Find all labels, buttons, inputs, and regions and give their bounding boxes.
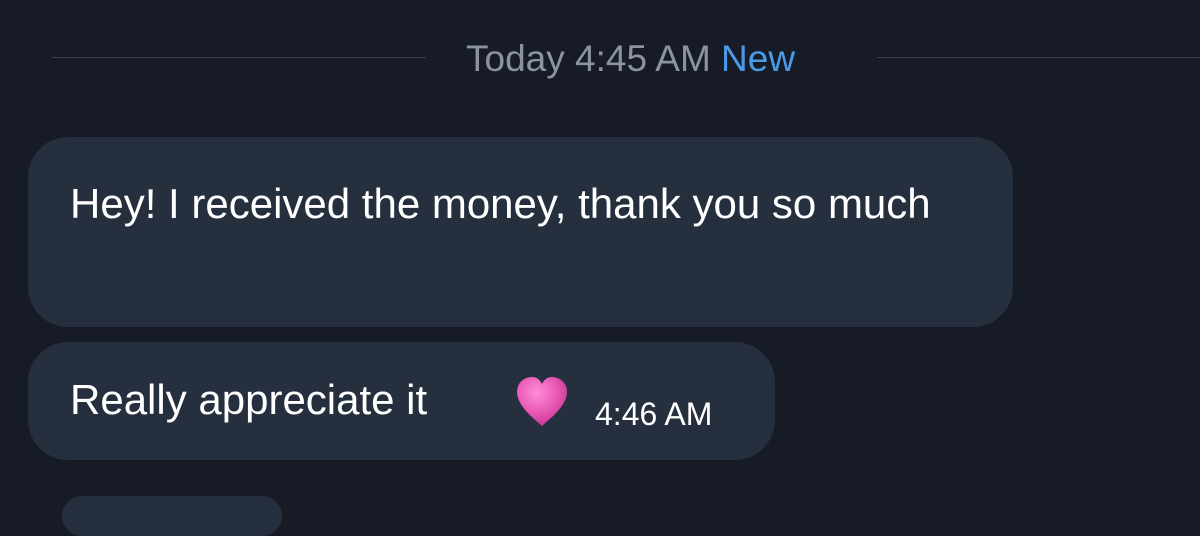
message-bubble-partial [62, 496, 282, 536]
divider-line-right [877, 57, 1200, 58]
divider-time: Today 4:45 AM [466, 38, 711, 79]
divider-label: Today 4:45 AM New [466, 38, 795, 80]
pink-heart-icon [517, 377, 567, 426]
message-bubble[interactable]: Really appreciate it 4:46 AM [28, 342, 775, 460]
divider-line-left [52, 57, 426, 58]
new-badge: New [721, 38, 796, 79]
message-text: Hey! I received the money, thank you so … [70, 180, 931, 227]
message-bubble[interactable]: Hey! I received the money, thank you so … [28, 137, 1013, 327]
unread-divider: Today 4:45 AM New [0, 30, 1200, 86]
message-time: 4:46 AM [595, 396, 713, 432]
message-text: Really appreciate it [70, 376, 428, 423]
